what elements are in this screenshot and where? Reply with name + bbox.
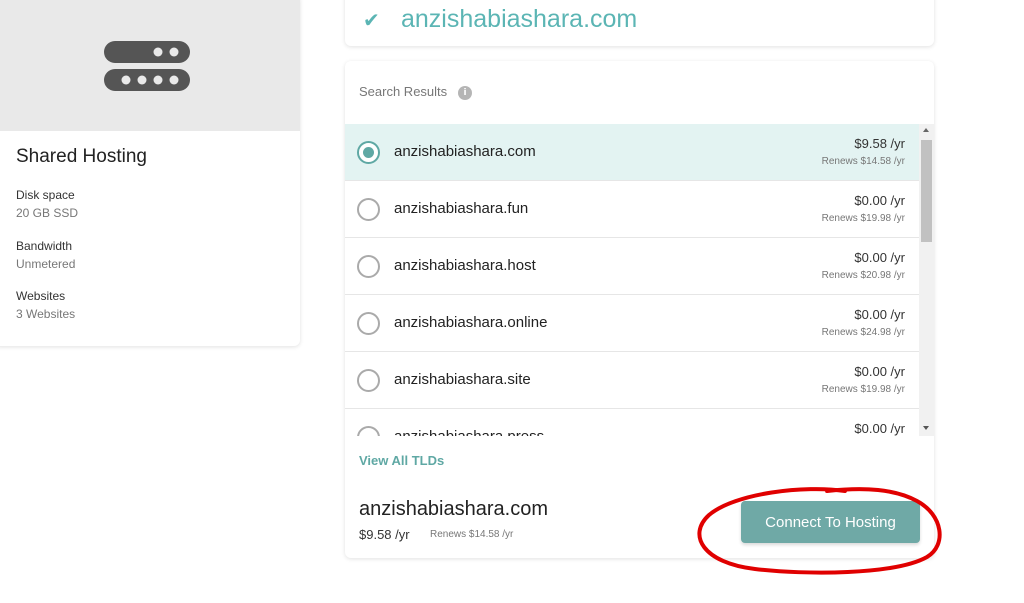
spec-label: Websites — [16, 289, 66, 303]
domain-renew-price: Renews $19.98 /yr — [821, 384, 905, 395]
radio-button[interactable] — [357, 426, 380, 436]
radio-button[interactable] — [357, 198, 380, 221]
selected-domain-banner: ✔ anzishabiashara.com — [345, 0, 934, 46]
domain-renew-price: Renews $14.58 /yr — [821, 156, 905, 167]
red-annotation-circle — [697, 487, 942, 575]
domain-row-site[interactable]: anzishabiashara.site $0.00 /yr Renews $1… — [345, 352, 919, 409]
domain-price: $0.00 /yr — [854, 250, 905, 265]
domain-renew-price: Renews $24.98 /yr — [821, 327, 905, 338]
radio-button[interactable] — [357, 141, 380, 164]
hosting-title: Shared Hosting — [16, 146, 147, 167]
radio-button[interactable] — [357, 312, 380, 335]
spec-label: Disk space — [16, 188, 75, 202]
domain-row-press[interactable]: anzishabiashara.press $0.00 /yr — [345, 409, 919, 436]
selected-domain-name: anzishabiashara.com — [359, 498, 548, 520]
server-stack-icon — [104, 41, 190, 91]
domain-name: anzishabiashara.site — [394, 371, 531, 388]
spec-value: 3 Websites — [16, 307, 76, 321]
domain-price: $9.58 /yr — [854, 136, 905, 151]
domain-renew-price: Renews $20.98 /yr — [821, 270, 905, 281]
info-icon[interactable]: i — [458, 86, 472, 100]
domain-name: anzishabiashara.host — [394, 257, 536, 274]
domain-row-com[interactable]: anzishabiashara.com $9.58 /yr Renews $14… — [345, 124, 919, 181]
spec-bandwidth: Bandwidth Unmetered — [16, 239, 75, 271]
hosting-plan-card: Shared Hosting Disk space 20 GB SSD Band… — [0, 0, 300, 346]
domain-price: $0.00 /yr — [854, 364, 905, 379]
spec-label: Bandwidth — [16, 239, 73, 253]
domain-price: $0.00 /yr — [854, 307, 905, 322]
spec-websites: Websites 3 Websites — [16, 289, 75, 321]
domain-name: anzishabiashara.press — [394, 428, 544, 436]
scroll-down-arrow-icon[interactable] — [923, 426, 929, 430]
spec-value: 20 GB SSD — [16, 206, 79, 220]
radio-button[interactable] — [357, 369, 380, 392]
domain-renew-price: Renews $19.98 /yr — [821, 213, 905, 224]
domain-name: anzishabiashara.online — [394, 314, 548, 331]
search-results-title: Search Results — [359, 84, 448, 99]
selected-domain-price: $9.58 /yr — [359, 527, 410, 542]
search-results-card: Search Results i anzishabiashara.com $9.… — [345, 61, 934, 558]
results-scrollbar[interactable] — [919, 124, 934, 436]
domain-row-online[interactable]: anzishabiashara.online $0.00 /yr Renews … — [345, 295, 919, 352]
domain-price: $0.00 /yr — [854, 421, 905, 436]
selected-domain-heading: anzishabiashara.com — [401, 5, 638, 33]
scrollbar-thumb[interactable] — [921, 140, 932, 242]
radio-button[interactable] — [357, 255, 380, 278]
spec-disk-space: Disk space 20 GB SSD — [16, 188, 78, 220]
domain-row-fun[interactable]: anzishabiashara.fun $0.00 /yr Renews $19… — [345, 181, 919, 238]
domain-result-list[interactable]: anzishabiashara.com $9.58 /yr Renews $14… — [345, 124, 919, 436]
view-all-tlds-link[interactable]: View All TLDs — [359, 453, 444, 468]
spec-value: Unmetered — [16, 257, 76, 271]
domain-name: anzishabiashara.fun — [394, 200, 529, 217]
selected-domain-renew-price: Renews $14.58 /yr — [430, 529, 514, 540]
check-icon: ✔ — [363, 8, 380, 32]
domain-row-host[interactable]: anzishabiashara.host $0.00 /yr Renews $2… — [345, 238, 919, 295]
scroll-up-arrow-icon[interactable] — [923, 128, 929, 132]
domain-price: $0.00 /yr — [854, 193, 905, 208]
hosting-hero — [0, 0, 300, 131]
domain-name: anzishabiashara.com — [394, 143, 536, 160]
